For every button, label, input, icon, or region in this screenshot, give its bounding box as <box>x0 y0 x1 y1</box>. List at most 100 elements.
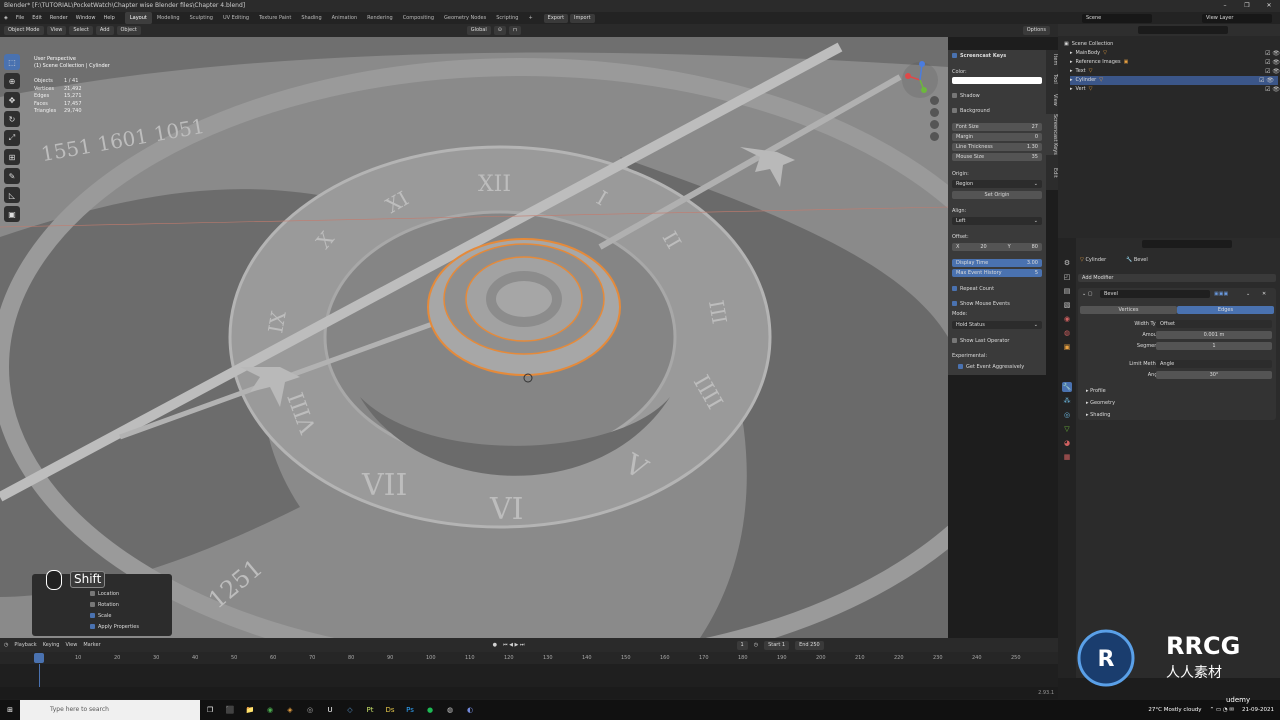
clock-date[interactable]: 21-09-2021 <box>1242 707 1274 713</box>
tool-tab-icon[interactable]: ⚙ <box>1062 258 1072 268</box>
terminal-icon[interactable]: ⬛ <box>220 700 240 720</box>
particles-tab-icon[interactable]: ⁂ <box>1062 396 1072 406</box>
painter-icon[interactable]: Pt <box>360 700 380 720</box>
line-thickness-field[interactable]: Line Thickness 1.30 <box>952 143 1042 151</box>
tray-icons[interactable]: ⌃ ▭ ◔ ✉ <box>1210 707 1234 713</box>
scale-icon[interactable]: ⤢ <box>4 130 20 146</box>
discord-icon[interactable]: ◐ <box>460 700 480 720</box>
tab-modeling[interactable]: Modeling <box>152 12 185 24</box>
file-explorer-icon[interactable]: 📁 <box>240 700 260 720</box>
camera-view-icon[interactable] <box>930 120 939 129</box>
designer-icon[interactable]: Ds <box>380 700 400 720</box>
modifier-name-field[interactable]: Bevel <box>1100 290 1210 298</box>
tab-sculpting[interactable]: Sculpting <box>185 12 218 24</box>
transform-icon[interactable]: ⊞ <box>4 149 20 165</box>
annotate-icon[interactable]: ✎ <box>4 168 20 184</box>
mode-dropdown[interactable]: Hold Status ⌄ <box>952 321 1042 329</box>
outliner-item-cylinder[interactable]: ▸ Cylinder ▽ ☑ 👁 <box>1070 76 1278 85</box>
snap-icon[interactable]: ⊓ <box>508 26 521 35</box>
physics-tab-icon[interactable]: ◎ <box>1062 410 1072 420</box>
segments-field[interactable]: 1 <box>1156 342 1272 350</box>
collapse-chevron-icon[interactable]: ⌄ ▢ <box>1082 290 1093 298</box>
view-layer-tab-icon[interactable]: ▧ <box>1062 300 1072 310</box>
tab-screencast-keys[interactable]: Screencast Keys <box>1046 114 1058 155</box>
add-workspace-icon[interactable]: + <box>523 12 537 24</box>
playback-controls-icon[interactable]: ⏮ ◀ ▶ ⏭ <box>503 642 524 648</box>
taskbar-search-input[interactable]: Type here to search <box>20 700 200 720</box>
menu-render[interactable]: Render <box>46 12 72 24</box>
bevel-vertices-tab[interactable]: Vertices <box>1080 306 1177 314</box>
export-button[interactable]: Export <box>543 13 569 23</box>
offset-fields[interactable]: X 20 Y 80 <box>952 243 1042 251</box>
current-frame-field[interactable]: 1 <box>736 640 748 650</box>
scene-selector[interactable]: Scene <box>1082 13 1152 23</box>
unreal-icon[interactable]: U <box>320 700 340 720</box>
spotify-icon[interactable]: ● <box>420 700 440 720</box>
texture-tab-icon[interactable]: ▦ <box>1062 452 1072 462</box>
menu-view[interactable]: View <box>46 26 67 35</box>
output-tab-icon[interactable]: ▤ <box>1062 286 1072 296</box>
color-swatch[interactable] <box>952 77 1042 84</box>
align-dropdown[interactable]: Left ⌄ <box>952 217 1042 225</box>
menu-add[interactable]: Add <box>95 26 114 35</box>
tab-edit[interactable]: Edit <box>1046 168 1058 178</box>
add-modifier-dropdown[interactable]: Add Modifier <box>1078 274 1276 282</box>
limit-method-dropdown[interactable]: Angle <box>1156 360 1272 368</box>
background-checkbox[interactable]: Background <box>952 107 1042 115</box>
task-view-icon[interactable]: ❐ <box>200 700 220 720</box>
menu-object[interactable]: Object <box>116 26 141 35</box>
weather-label[interactable]: 27°C Mostly cloudy <box>1148 707 1201 713</box>
show-last-operator-checkbox[interactable]: Show Last Operator <box>952 337 1042 345</box>
rotate-icon[interactable]: ↻ <box>4 111 20 127</box>
modifier-visibility-icons[interactable]: ▣▣▣ <box>1214 290 1228 298</box>
modifier-menu-icon[interactable]: ⌄ <box>1246 290 1250 298</box>
select-box-icon[interactable]: ⬚ <box>4 54 20 70</box>
menu-timeline-view[interactable]: View <box>65 642 77 648</box>
menu-keying[interactable]: Keying <box>43 642 60 648</box>
subpanel-geometry[interactable]: ▸ Geometry <box>1086 399 1115 407</box>
data-tab-icon[interactable]: ▽ <box>1062 424 1072 434</box>
preview-range-icon[interactable]: ◷ <box>754 642 758 648</box>
mode-selector[interactable]: Object Mode <box>4 26 44 35</box>
app-icon[interactable]: ◎ <box>300 700 320 720</box>
op-rotation[interactable]: Rotation <box>90 601 119 609</box>
tab-rendering[interactable]: Rendering <box>362 12 398 24</box>
tab-item[interactable]: Item <box>1046 54 1058 65</box>
import-button[interactable]: Import <box>570 13 595 23</box>
properties-search-input[interactable] <box>1142 240 1232 248</box>
world-tab-icon[interactable]: ◍ <box>1062 328 1072 338</box>
playhead[interactable] <box>34 653 44 663</box>
chrome-icon[interactable]: ◉ <box>260 700 280 720</box>
menu-window[interactable]: Window <box>72 12 100 24</box>
menu-marker[interactable]: Marker <box>83 642 100 648</box>
scene-tab-icon[interactable]: ◉ <box>1062 314 1072 324</box>
minimize-button[interactable]: – <box>1214 0 1236 12</box>
material-tab-icon[interactable]: ◕ <box>1062 438 1072 448</box>
object-tab-icon[interactable]: ▣ <box>1062 342 1072 352</box>
timeline-body[interactable] <box>0 664 1058 687</box>
display-time-field[interactable]: Display Time 3.00 <box>952 259 1042 267</box>
close-button[interactable]: ✕ <box>1258 0 1280 12</box>
op-apply-properties[interactable]: Apply Properties <box>90 623 139 631</box>
timeline-ruler[interactable]: 0102030405060708090100110120130140150160… <box>0 652 1058 664</box>
margin-field[interactable]: Margin 0 <box>952 133 1042 141</box>
tab-tool[interactable]: Tool <box>1046 74 1058 84</box>
modifier-tab-icon[interactable]: 🔧 <box>1062 382 1072 392</box>
end-frame-field[interactable]: End 250 <box>795 640 824 650</box>
menu-help[interactable]: Help <box>99 12 118 24</box>
start-frame-field[interactable]: Start 1 <box>764 640 790 650</box>
outliner-item-mainbody[interactable]: ▸ MainBody ▽ ☑ 👁 <box>1070 49 1280 58</box>
outliner-root[interactable]: ▣ Scene Collection <box>1064 40 1278 49</box>
amount-field[interactable]: 0.001 m <box>1156 331 1272 339</box>
op-scale[interactable]: Scale <box>90 612 111 620</box>
modifier-remove-icon[interactable]: ✕ <box>1262 290 1266 298</box>
obs-icon[interactable]: ◍ <box>440 700 460 720</box>
tab-shading[interactable]: Shading <box>296 12 326 24</box>
bevel-edges-tab[interactable]: Edges <box>1177 306 1274 314</box>
pivot-icon[interactable]: ⊙ <box>493 26 506 35</box>
start-icon[interactable]: ⊞ <box>0 700 20 720</box>
get-event-aggressively-checkbox[interactable]: Get Event Aggressively <box>958 363 1048 371</box>
outliner-item-text[interactable]: ▸ Text ▽ ☑ 👁 <box>1070 67 1280 76</box>
tab-texture-paint[interactable]: Texture Paint <box>254 12 296 24</box>
tab-animation[interactable]: Animation <box>327 12 363 24</box>
